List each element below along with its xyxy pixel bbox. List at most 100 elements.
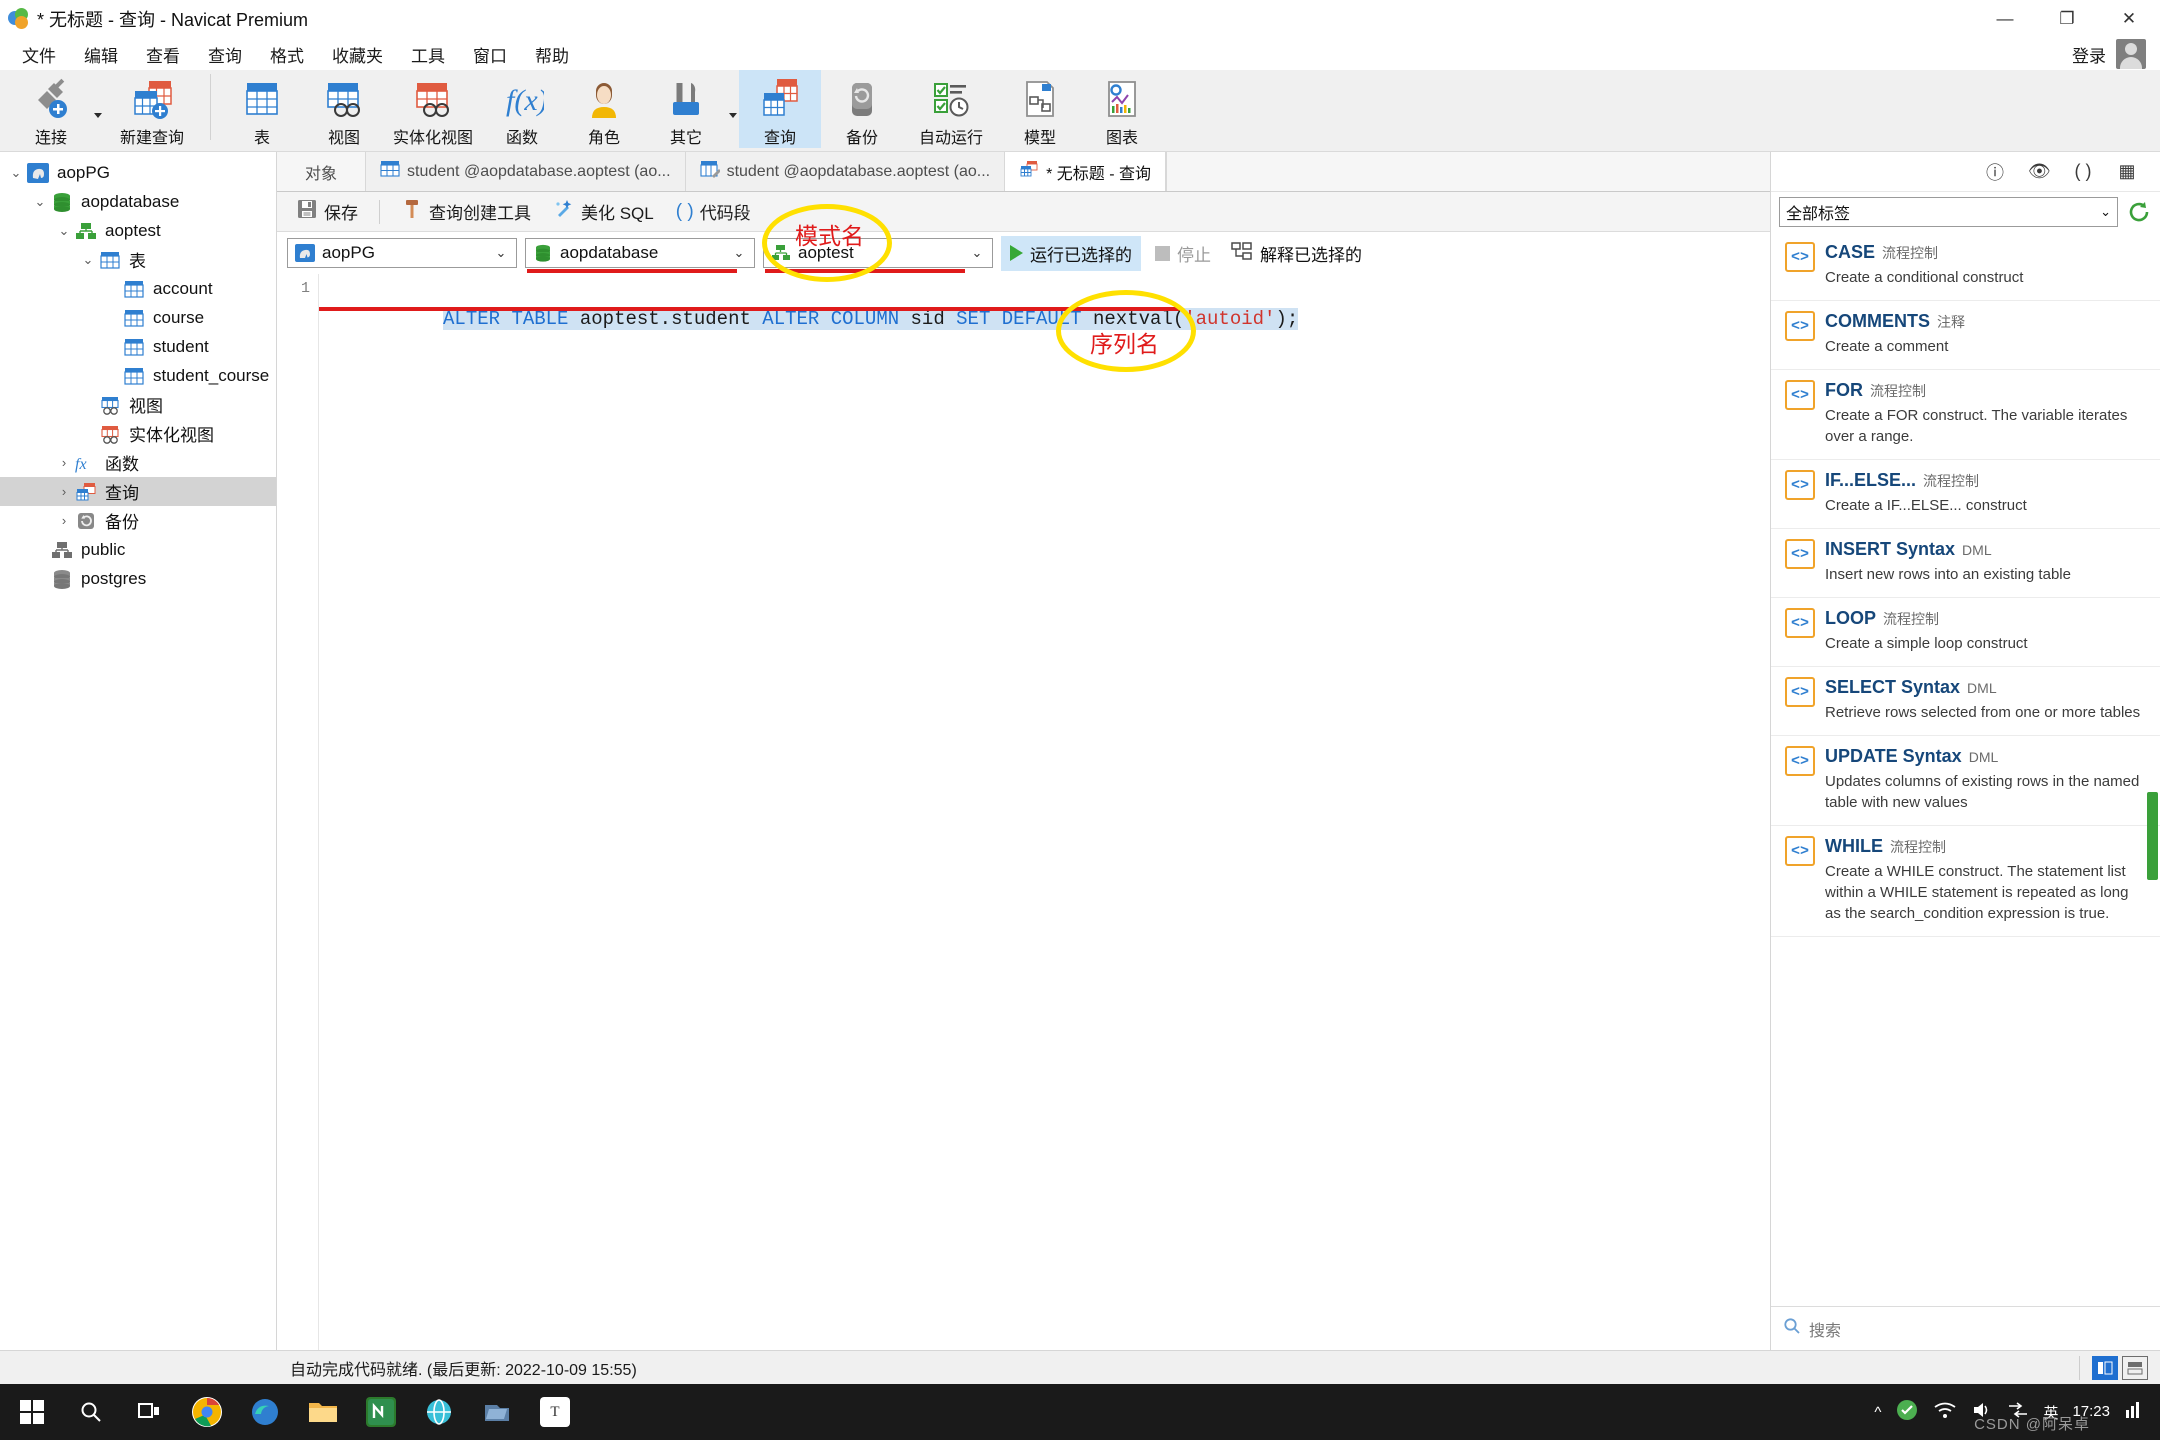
list-item[interactable]: <> UPDATE Syntax DML Updates columns of e… <box>1771 736 2160 826</box>
toolbar-other-button[interactable]: 其它 <box>645 70 727 148</box>
toolbar-new-query-button[interactable]: 新建查询 <box>104 70 200 148</box>
tab-student-design[interactable]: student @aopdatabase.aoptest (ao... <box>685 152 1006 191</box>
snippet-search-row[interactable]: 搜索 <box>1771 1306 2160 1350</box>
toolbar-materialized-view-button[interactable]: 实体化视图 <box>385 70 481 148</box>
tray-app-green-icon[interactable] <box>1895 1398 1919 1426</box>
tray-chart-icon[interactable] <box>2124 1400 2148 1424</box>
tree-node-aopdatabase[interactable]: ⌄ aopdatabase <box>0 187 276 216</box>
tray-expand-icon[interactable]: ^ <box>1874 1404 1881 1421</box>
chevron-down-icon[interactable]: ⌄ <box>966 245 988 261</box>
menu-tools[interactable]: 工具 <box>397 39 459 70</box>
toolbar-query-button[interactable]: 查询 <box>739 70 821 148</box>
menu-favorites[interactable]: 收藏夹 <box>318 39 397 70</box>
tree-node-public[interactable]: ⌄ public <box>0 535 276 564</box>
chrome-taskbar-icon[interactable] <box>178 1384 236 1440</box>
close-button[interactable]: ✕ <box>2098 0 2160 38</box>
tree-node-postgres[interactable]: ⌄ postgres <box>0 564 276 593</box>
tree-node-aoppg[interactable]: ⌄ aopPG <box>0 158 276 187</box>
tray-network-icon[interactable] <box>1933 1400 1957 1424</box>
tree-node-backups[interactable]: › 备份 <box>0 506 276 535</box>
list-item[interactable]: <> IF...ELSE... 流程控制 Create a IF...ELSE..… <box>1771 460 2160 529</box>
tree-node-account[interactable]: ⌄ account <box>0 274 276 303</box>
list-item[interactable]: <> INSERT Syntax DML Insert new rows into… <box>1771 529 2160 598</box>
browser-taskbar-icon[interactable] <box>410 1384 468 1440</box>
list-item[interactable]: <> SELECT Syntax DML Retrieve rows select… <box>1771 667 2160 736</box>
editor-code-area[interactable]: ALTER TABLE aoptest.student ALTER COLUMN… <box>319 274 1770 1350</box>
list-item[interactable]: <> COMMENTS 注释 Create a comment <box>1771 301 2160 370</box>
explain-selected-button[interactable]: 解释已选择的 <box>1225 236 1368 271</box>
toolbar-backup-button[interactable]: 备份 <box>821 70 903 148</box>
tree-node-views[interactable]: ⌄ 视图 <box>0 390 276 419</box>
tree-node-functions[interactable]: › fx 函数 <box>0 448 276 477</box>
menu-edit[interactable]: 编辑 <box>70 39 132 70</box>
snippet-list-scrollbar[interactable] <box>2147 792 2158 880</box>
toolbar-chart-button[interactable]: 图表 <box>1081 70 1163 148</box>
toolbar-connection-button[interactable]: 连接 <box>10 70 92 148</box>
chevron-down-icon[interactable]: ⌄ <box>6 165 26 181</box>
schema-select[interactable]: aoptest ⌄ <box>763 238 993 268</box>
toolbar-function-button[interactable]: f(x) 函数 <box>481 70 563 148</box>
chevron-right-icon[interactable]: › <box>54 484 74 499</box>
tree-node-student-course[interactable]: ⌄ student_course <box>0 361 276 390</box>
avatar[interactable] <box>2116 39 2146 69</box>
toolbar-role-button[interactable]: 角色 <box>563 70 645 148</box>
app-taskbar-icon[interactable] <box>468 1384 526 1440</box>
menu-format[interactable]: 格式 <box>256 39 318 70</box>
layout-vertical-button[interactable] <box>2092 1355 2118 1380</box>
tag-filter-select[interactable]: 全部标签 ⌄ <box>1779 197 2118 227</box>
layout-horizontal-button[interactable] <box>2122 1355 2148 1380</box>
menu-query[interactable]: 查询 <box>194 39 256 70</box>
query-builder-button[interactable]: 查询创建工具 <box>392 195 540 228</box>
refresh-icon[interactable] <box>2126 199 2152 225</box>
chevron-down-icon[interactable]: ⌄ <box>78 252 98 268</box>
chevron-down-icon[interactable]: ⌄ <box>54 223 74 239</box>
list-item[interactable]: <> LOOP 流程控制 Create a simple loop constru… <box>1771 598 2160 667</box>
sql-editor[interactable]: 1 ALTER TABLE aoptest.student ALTER COLU… <box>277 274 1770 1350</box>
toolbar-view-button[interactable]: 视图 <box>303 70 385 148</box>
file-explorer-taskbar-icon[interactable] <box>294 1384 352 1440</box>
tab-untitled-query[interactable]: * 无标题 - 查询 <box>1005 152 1167 191</box>
menu-window[interactable]: 窗口 <box>459 39 521 70</box>
eye-icon[interactable]: 👁 <box>2028 161 2051 182</box>
toolbar-automation-button[interactable]: 自动运行 <box>903 70 999 148</box>
parentheses-icon[interactable]: ( ) <box>2072 161 2094 182</box>
chevron-down-icon[interactable]: ⌄ <box>30 194 50 210</box>
tab-student-data[interactable]: student @aopdatabase.aoptest (ao... <box>366 152 686 191</box>
tree-node-course[interactable]: ⌄ course <box>0 303 276 332</box>
connection-select[interactable]: aopPG ⌄ <box>287 238 517 268</box>
tree-node-queries[interactable]: › 查询 <box>0 477 276 506</box>
login-link[interactable]: 登录 <box>2072 42 2106 67</box>
tree-node-aoptest[interactable]: ⌄ aoptest <box>0 216 276 245</box>
chevron-right-icon[interactable]: › <box>54 455 74 470</box>
chevron-down-icon[interactable]: ⌄ <box>490 245 512 261</box>
grid-icon[interactable]: ▦ <box>2116 161 2138 182</box>
list-item[interactable]: <> CASE 流程控制 Create a conditional constru… <box>1771 232 2160 301</box>
toolbar-table-button[interactable]: 表 <box>221 70 303 148</box>
search-button[interactable] <box>62 1384 120 1440</box>
chevron-right-icon[interactable]: › <box>54 513 74 528</box>
save-button[interactable]: 保存 <box>287 195 367 228</box>
task-view-button[interactable] <box>120 1384 178 1440</box>
database-select[interactable]: aopdatabase ⌄ <box>525 238 755 268</box>
toolbar-model-button[interactable]: 模型 <box>999 70 1081 148</box>
start-button[interactable] <box>4 1384 62 1440</box>
snippet-list[interactable]: <> CASE 流程控制 Create a conditional constru… <box>1771 232 2160 1306</box>
chevron-down-icon[interactable]: ⌄ <box>728 245 750 261</box>
list-item[interactable]: <> FOR 流程控制 Create a FOR construct. The v… <box>1771 370 2160 460</box>
run-selected-button[interactable]: 运行已选择的 <box>1001 235 1141 271</box>
menu-file[interactable]: 文件 <box>8 39 70 70</box>
edge-taskbar-icon[interactable] <box>236 1384 294 1440</box>
snippets-button[interactable]: ( ) 代码段 <box>667 196 760 227</box>
tree-node-materialized-views[interactable]: ⌄ 实体化视图 <box>0 419 276 448</box>
list-item[interactable]: <> WHILE 流程控制 Create a WHILE construct. T… <box>1771 826 2160 937</box>
beautify-sql-button[interactable]: 美化 SQL <box>544 195 663 228</box>
menu-view[interactable]: 查看 <box>132 39 194 70</box>
chevron-down-icon[interactable]: ⌄ <box>2100 204 2111 220</box>
menu-help[interactable]: 帮助 <box>521 39 583 70</box>
tab-objects[interactable]: 对象 <box>277 152 367 191</box>
tree-node-student[interactable]: ⌄ student <box>0 332 276 361</box>
other-dropdown-caret-icon[interactable] <box>727 70 739 148</box>
maximize-button[interactable]: ❐ <box>2036 0 2098 38</box>
navicat-taskbar-icon[interactable] <box>352 1384 410 1440</box>
connection-dropdown-caret-icon[interactable] <box>92 70 104 148</box>
